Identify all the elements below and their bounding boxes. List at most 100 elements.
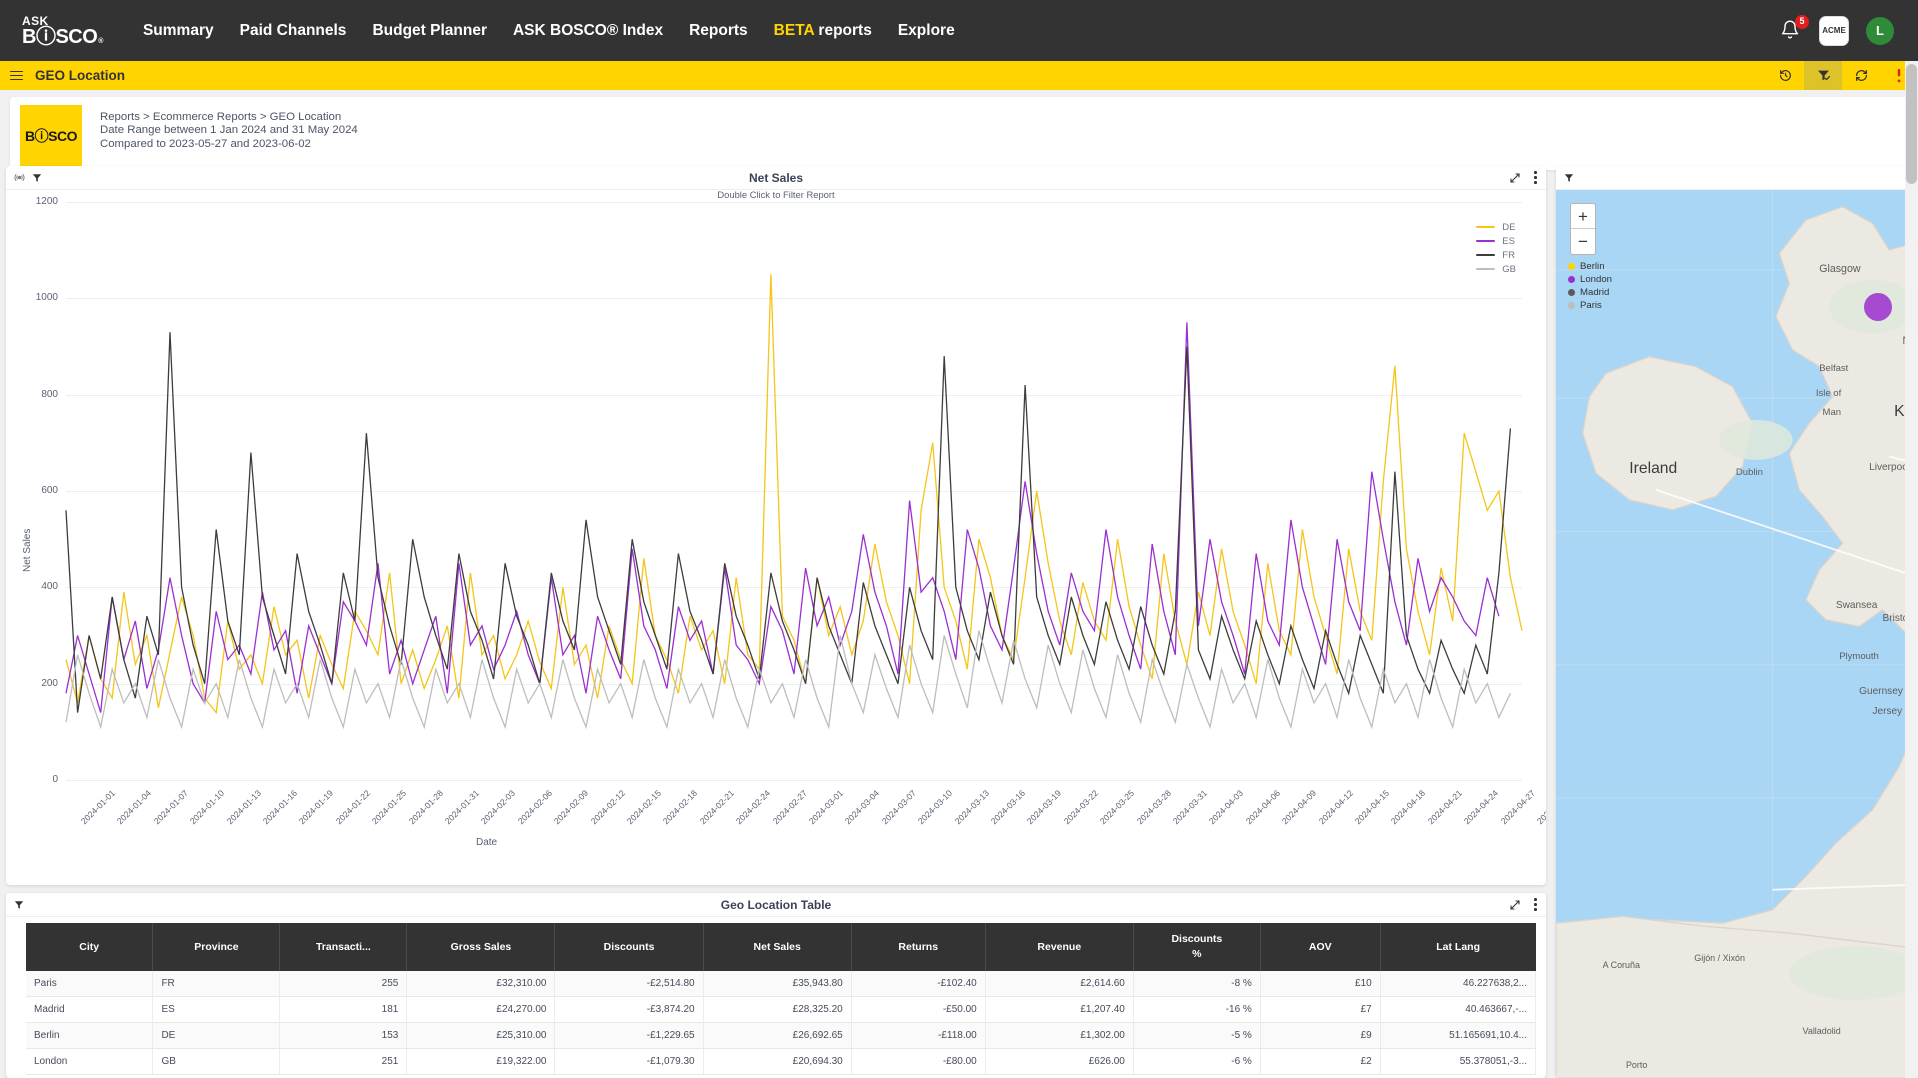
breadcrumb[interactable]: Reports > Ecommerce Reports > GEO Locati… bbox=[100, 111, 358, 124]
table-column-header[interactable]: Net Sales bbox=[703, 923, 852, 972]
table-column-header[interactable]: City bbox=[26, 923, 154, 972]
legend-item-de[interactable]: DE bbox=[1476, 220, 1516, 234]
map-legend: Berlin London Madrid Paris bbox=[1568, 260, 1612, 312]
table-cell-city: Berlin bbox=[26, 1022, 154, 1050]
table-cell-lat-lang: 51.165691,10.4... bbox=[1380, 1022, 1537, 1050]
table-cell-aov: £7 bbox=[1260, 996, 1381, 1024]
table-header-right-icons bbox=[1509, 898, 1537, 911]
nav-item-explore[interactable]: Explore bbox=[898, 22, 955, 40]
nav-item-reports[interactable]: Reports bbox=[689, 22, 748, 40]
filter-icon[interactable] bbox=[14, 900, 24, 910]
table-column-header[interactable]: Transacti... bbox=[279, 923, 408, 972]
refresh-button[interactable] bbox=[1842, 61, 1880, 90]
table-header-left-icons bbox=[6, 900, 24, 910]
table-cell-discounts-pct: -16 % bbox=[1133, 996, 1261, 1024]
chart-more-options-icon[interactable] bbox=[1534, 171, 1537, 184]
table-cell-revenue: £626.00 bbox=[985, 1048, 1134, 1076]
map-legend-swatch bbox=[1568, 302, 1575, 309]
table-cell-discounts-pct: -5 % bbox=[1133, 1022, 1261, 1050]
legend-label: DE bbox=[1502, 221, 1516, 233]
map-legend-swatch bbox=[1568, 276, 1575, 283]
table-cell-gross-sales: £24,270.00 bbox=[406, 996, 556, 1024]
legend-label: ES bbox=[1502, 235, 1515, 247]
map-legend-item-madrid[interactable]: Madrid bbox=[1568, 286, 1612, 299]
geo-location-table[interactable]: City Province Transacti... Gross Sales Disco… bbox=[26, 923, 1537, 1076]
table-cell-discounts: -£1,079.30 bbox=[554, 1048, 704, 1076]
legend-item-fr[interactable]: FR bbox=[1476, 248, 1516, 262]
notification-count-badge: 5 bbox=[1795, 14, 1809, 29]
nav-right-cluster: 5 ACME L bbox=[1780, 0, 1894, 61]
page-scrollbar-track[interactable] bbox=[1905, 61, 1918, 1078]
table-cell-aov: £2 bbox=[1260, 1048, 1381, 1076]
table-cell-returns: -£102.40 bbox=[851, 971, 986, 998]
organization-switcher[interactable]: ACME bbox=[1819, 15, 1849, 46]
legend-item-es[interactable]: ES bbox=[1476, 234, 1516, 248]
map-panel-header: Geo Location Map bbox=[1556, 166, 1918, 190]
table-column-header[interactable]: Province bbox=[152, 923, 281, 972]
table-cell-revenue: £1,302.00 bbox=[985, 1022, 1134, 1050]
table-cell-province: GB bbox=[152, 1048, 281, 1076]
filter-button[interactable] bbox=[1804, 61, 1842, 90]
map-legend-item-paris[interactable]: Paris bbox=[1568, 299, 1612, 312]
report-meta: Reports > Ecommerce Reports > GEO Locati… bbox=[100, 111, 358, 151]
map-legend-label: London bbox=[1580, 274, 1613, 285]
table-column-header[interactable]: AOV bbox=[1260, 923, 1381, 972]
map-zoom-out-button[interactable]: − bbox=[1571, 229, 1595, 254]
nav-item-ask-bosco-index[interactable]: ASK BOSCO® Index bbox=[513, 22, 663, 40]
table-cell-net-sales: £35,943.80 bbox=[703, 971, 852, 998]
map-zoom-in-button[interactable]: + bbox=[1571, 204, 1595, 229]
notifications-button[interactable]: 5 bbox=[1780, 14, 1809, 43]
table-cell-net-sales: £20,694.30 bbox=[703, 1048, 852, 1076]
table-column-header[interactable]: Discounts bbox=[554, 923, 704, 972]
chart-title: Net Sales bbox=[748, 170, 804, 185]
table-row[interactable]: London GB 251 £19,322.00 -£1,079.30 £20,694.3… bbox=[26, 1048, 1537, 1076]
report-header-card: BⓘSCO Reports > Ecommerce Reports > GEO … bbox=[10, 97, 1908, 170]
nav-item-beta-reports[interactable]: BETA reports bbox=[774, 22, 872, 40]
broadcast-icon[interactable] bbox=[14, 172, 25, 183]
map-legend-swatch bbox=[1568, 289, 1575, 296]
table-row[interactable]: Paris FR 255 £32,310.00 -£2,514.80 £35,943.80… bbox=[26, 971, 1537, 998]
map-header-left-icons bbox=[1556, 173, 1574, 183]
sidebar-toggle-icon[interactable] bbox=[10, 68, 23, 83]
dashboard-main: Net Sales Double Click to Filter Report … bbox=[0, 166, 1918, 1078]
nav-item-budget-planner[interactable]: Budget Planner bbox=[372, 22, 487, 40]
net-sales-plot[interactable]: Net Sales 0 200 400 600 800 1000 1200 2024-01-… bbox=[6, 192, 1546, 882]
map-zoom-controls[interactable]: + − bbox=[1570, 203, 1596, 255]
date-range-text: Date Range between 1 Jan 2024 and 31 May… bbox=[100, 124, 358, 137]
history-button[interactable] bbox=[1766, 61, 1804, 90]
table-cell-city: London bbox=[26, 1048, 154, 1076]
nav-item-summary[interactable]: Summary bbox=[143, 22, 214, 40]
map-legend-item-london[interactable]: London bbox=[1568, 273, 1612, 286]
filter-icon[interactable] bbox=[1564, 173, 1574, 183]
nav-item-paid-channels[interactable]: Paid Channels bbox=[240, 22, 347, 40]
table-cell-gross-sales: £32,310.00 bbox=[406, 971, 556, 998]
legend-item-gb[interactable]: GB bbox=[1476, 262, 1516, 276]
table-cell-discounts: -£1,229.65 bbox=[554, 1022, 704, 1050]
table-row[interactable]: Berlin DE 153 £25,310.00 -£1,229.65 £26,692.6… bbox=[26, 1022, 1537, 1050]
page-scrollbar-thumb[interactable] bbox=[1906, 64, 1917, 184]
table-cell-discounts: -£2,514.80 bbox=[554, 971, 704, 998]
ask-bosco-logo[interactable]: ASK BⓘSCO ® bbox=[22, 15, 103, 47]
map-canvas[interactable]: DenmarkCopenhagenMalmöGlasgowNewcastle u… bbox=[1556, 190, 1918, 1078]
table-more-options-icon[interactable] bbox=[1534, 898, 1537, 911]
geo-location-map-panel: Geo Location Map DenmarkCopenhagenMalmöG… bbox=[1556, 166, 1918, 1078]
table-column-header[interactable]: Returns bbox=[851, 923, 986, 972]
map-legend-item-berlin[interactable]: Berlin bbox=[1568, 260, 1612, 273]
chart-panel-header: Net Sales bbox=[6, 166, 1546, 190]
table-cell-city: Paris bbox=[26, 971, 154, 998]
user-avatar[interactable]: L bbox=[1866, 16, 1894, 45]
table-row[interactable]: Madrid ES 181 £24,270.00 -£3,874.20 £28,325.2… bbox=[26, 996, 1537, 1024]
filter-icon[interactable] bbox=[32, 173, 42, 183]
chart-legend[interactable]: DE ES FR GB bbox=[1476, 220, 1516, 276]
table-column-header[interactable]: Revenue bbox=[985, 923, 1134, 972]
table-column-header[interactable]: Discounts% bbox=[1133, 923, 1261, 972]
legend-label: GB bbox=[1502, 263, 1516, 275]
map-marker-london[interactable] bbox=[1863, 292, 1892, 321]
table-cell-returns: -£80.00 bbox=[851, 1048, 986, 1076]
table-column-header[interactable]: Lat Lang bbox=[1380, 923, 1536, 972]
expand-icon[interactable] bbox=[1509, 172, 1521, 184]
table-cell-aov: £10 bbox=[1260, 971, 1381, 998]
table-column-header[interactable]: Gross Sales bbox=[406, 923, 556, 972]
expand-icon[interactable] bbox=[1509, 899, 1521, 911]
series-line-de bbox=[65, 274, 1523, 715]
